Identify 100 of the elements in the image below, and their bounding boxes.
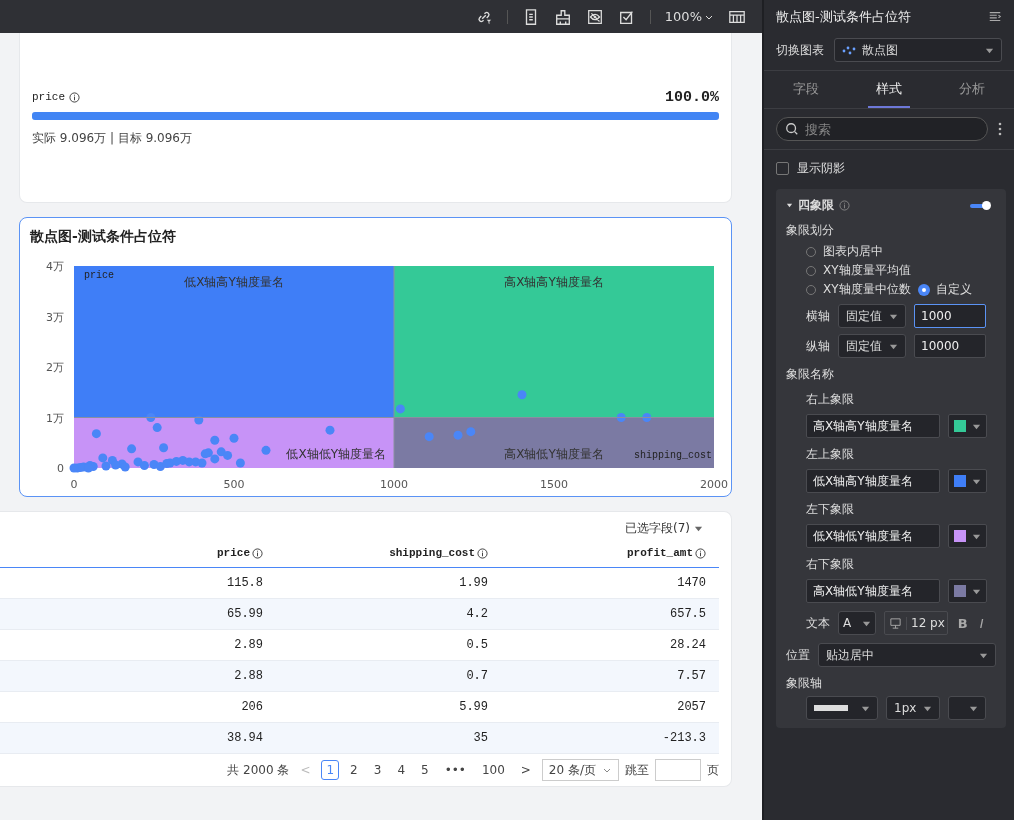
- quadrant-label: 低X轴高Y轴度量名: [184, 275, 284, 289]
- line-sample-icon: [814, 705, 848, 711]
- hidden-eye-icon[interactable]: [585, 7, 604, 26]
- checkbox-label: 显示阴影: [797, 160, 845, 177]
- x-tick-label: 0: [70, 478, 78, 490]
- more-icon[interactable]: [998, 121, 1002, 137]
- color-picker[interactable]: [948, 414, 987, 438]
- line-color-dropdown[interactable]: [948, 696, 986, 720]
- field-picker-dropdown[interactable]: 已选字段(7): [623, 518, 705, 539]
- field-label: 右下象限: [805, 556, 855, 573]
- panel-tab[interactable]: 样式: [868, 71, 910, 108]
- table-cell-text: 65.99: [226, 606, 264, 623]
- scatter-icon: [842, 45, 856, 55]
- table-cell-text: -213.3: [661, 730, 707, 747]
- data-point: [152, 423, 162, 433]
- column-header: price: [217, 547, 250, 559]
- font-color-dropdown[interactable]: A: [838, 611, 876, 635]
- panel-tab[interactable]: 字段: [784, 71, 827, 108]
- data-point: [642, 413, 652, 422]
- mode-dropdown[interactable]: 固定值: [838, 334, 906, 358]
- line-width-dropdown[interactable]: 1px: [886, 696, 940, 720]
- data-point: [197, 458, 207, 468]
- collapse-menu-icon[interactable]: [988, 10, 1002, 24]
- data-point: [146, 413, 156, 422]
- table-cell-text: 2057: [676, 699, 707, 716]
- quadrant-name-field[interactable]: 低X轴低Y轴度量名: [806, 524, 940, 548]
- brush-icon[interactable]: [553, 7, 572, 26]
- data-point: [101, 461, 111, 471]
- mode-dropdown[interactable]: 固定值: [838, 304, 906, 328]
- info-icon: [839, 200, 850, 211]
- total-count: 共 2000 条: [227, 761, 290, 779]
- value-field[interactable]: 1000: [914, 304, 986, 328]
- field-label: 象限轴: [786, 675, 823, 692]
- page-button[interactable]: •••: [439, 760, 471, 780]
- info-icon: [252, 547, 263, 559]
- chart-card[interactable]: 散点图-测试条件占位符 低X轴高Y轴度量名 高X轴高Y轴度量名 低X轴低Y轴度量名 高X轴低Y轴度量名 price shipping_cost 4万 3万 2万 1万 0 0 500 1000 1500 2000: [19, 217, 732, 497]
- data-point: [194, 415, 204, 425]
- chart-type-dropdown[interactable]: 散点图: [834, 38, 1002, 62]
- zoom-dropdown[interactable]: 100%: [664, 9, 714, 24]
- progress-summary: 实际 9.096万 | 目标 9.096万: [32, 129, 193, 147]
- table-cell-text: 1470: [676, 575, 707, 592]
- page-button[interactable]: 5: [416, 760, 434, 780]
- next-page-button[interactable]: >: [515, 760, 536, 780]
- table-cell-text: 115.8: [226, 575, 264, 592]
- data-point: [261, 445, 271, 455]
- font-size-field[interactable]: 12 px: [884, 611, 948, 635]
- data-point: [111, 460, 121, 470]
- color-picker[interactable]: [948, 524, 987, 548]
- field-label: 象限划分: [786, 222, 835, 239]
- quadrant-name-field[interactable]: 高X轴低Y轴度量名: [806, 579, 940, 603]
- data-point: [139, 461, 149, 470]
- page-button[interactable]: 2: [345, 760, 363, 780]
- bold-button[interactable]: B: [955, 615, 970, 631]
- position-dropdown[interactable]: 贴边居中: [818, 643, 996, 667]
- quadrant-name-field[interactable]: 高X轴高Y轴度量名: [806, 414, 940, 438]
- page-button[interactable]: 100: [476, 760, 510, 780]
- page-button[interactable]: 3: [368, 760, 387, 780]
- y-tick-label: 3万: [46, 310, 64, 324]
- data-point: [98, 453, 108, 463]
- switch-chart-label: 切换图表: [776, 41, 824, 59]
- x-axis-label: shipping_cost: [634, 450, 712, 461]
- panel-tab[interactable]: 分析: [951, 71, 994, 108]
- italic-button[interactable]: I: [977, 615, 986, 631]
- table-cell-text: 4.2: [465, 606, 489, 623]
- quadrant-label: 高X轴低Y轴度量名: [504, 447, 604, 461]
- metric-label: price: [32, 91, 65, 103]
- checkbox[interactable]: [776, 162, 789, 175]
- radio-label: XY轴度量平均值: [823, 262, 911, 279]
- jump-page-field[interactable]: [655, 759, 701, 781]
- percent-value: 100.0%: [665, 88, 719, 106]
- search-icon: [785, 122, 799, 136]
- data-point: [171, 456, 181, 466]
- y-tick-label: 0: [57, 462, 64, 475]
- radio-label: XY轴度量中位数: [823, 281, 911, 298]
- data-point: [453, 430, 463, 440]
- field-label: 纵轴: [806, 337, 830, 355]
- field-label: 左上象限: [805, 446, 855, 463]
- field-label: 象限名称: [786, 366, 835, 383]
- value-field[interactable]: 10000: [914, 334, 986, 358]
- radio-label: 图表内居中: [823, 243, 883, 260]
- data-point: [395, 404, 405, 414]
- info-icon: [695, 547, 706, 559]
- color-picker[interactable]: [948, 579, 987, 603]
- data-point: [235, 458, 245, 468]
- table-cell-text: 7.57: [676, 668, 707, 685]
- page-button[interactable]: 4: [392, 760, 410, 780]
- color-picker[interactable]: [948, 469, 987, 493]
- field-label: 横轴: [806, 307, 830, 325]
- toggle-switch[interactable]: [970, 203, 988, 208]
- caret-icon[interactable]: [786, 202, 793, 209]
- radio-button[interactable]: [918, 284, 929, 295]
- data-point: [325, 425, 335, 435]
- data-point: [69, 463, 79, 473]
- line-style-dropdown[interactable]: [806, 696, 878, 720]
- data-point: [210, 435, 220, 445]
- search-field[interactable]: 搜索: [776, 117, 988, 141]
- page-size-dropdown[interactable]: 20 条/页: [541, 759, 619, 781]
- quadrant-name-field[interactable]: 低X轴高Y轴度量名: [806, 469, 940, 493]
- x-tick-label: 500: [223, 478, 245, 490]
- y-tick-label: 4万: [46, 260, 64, 273]
